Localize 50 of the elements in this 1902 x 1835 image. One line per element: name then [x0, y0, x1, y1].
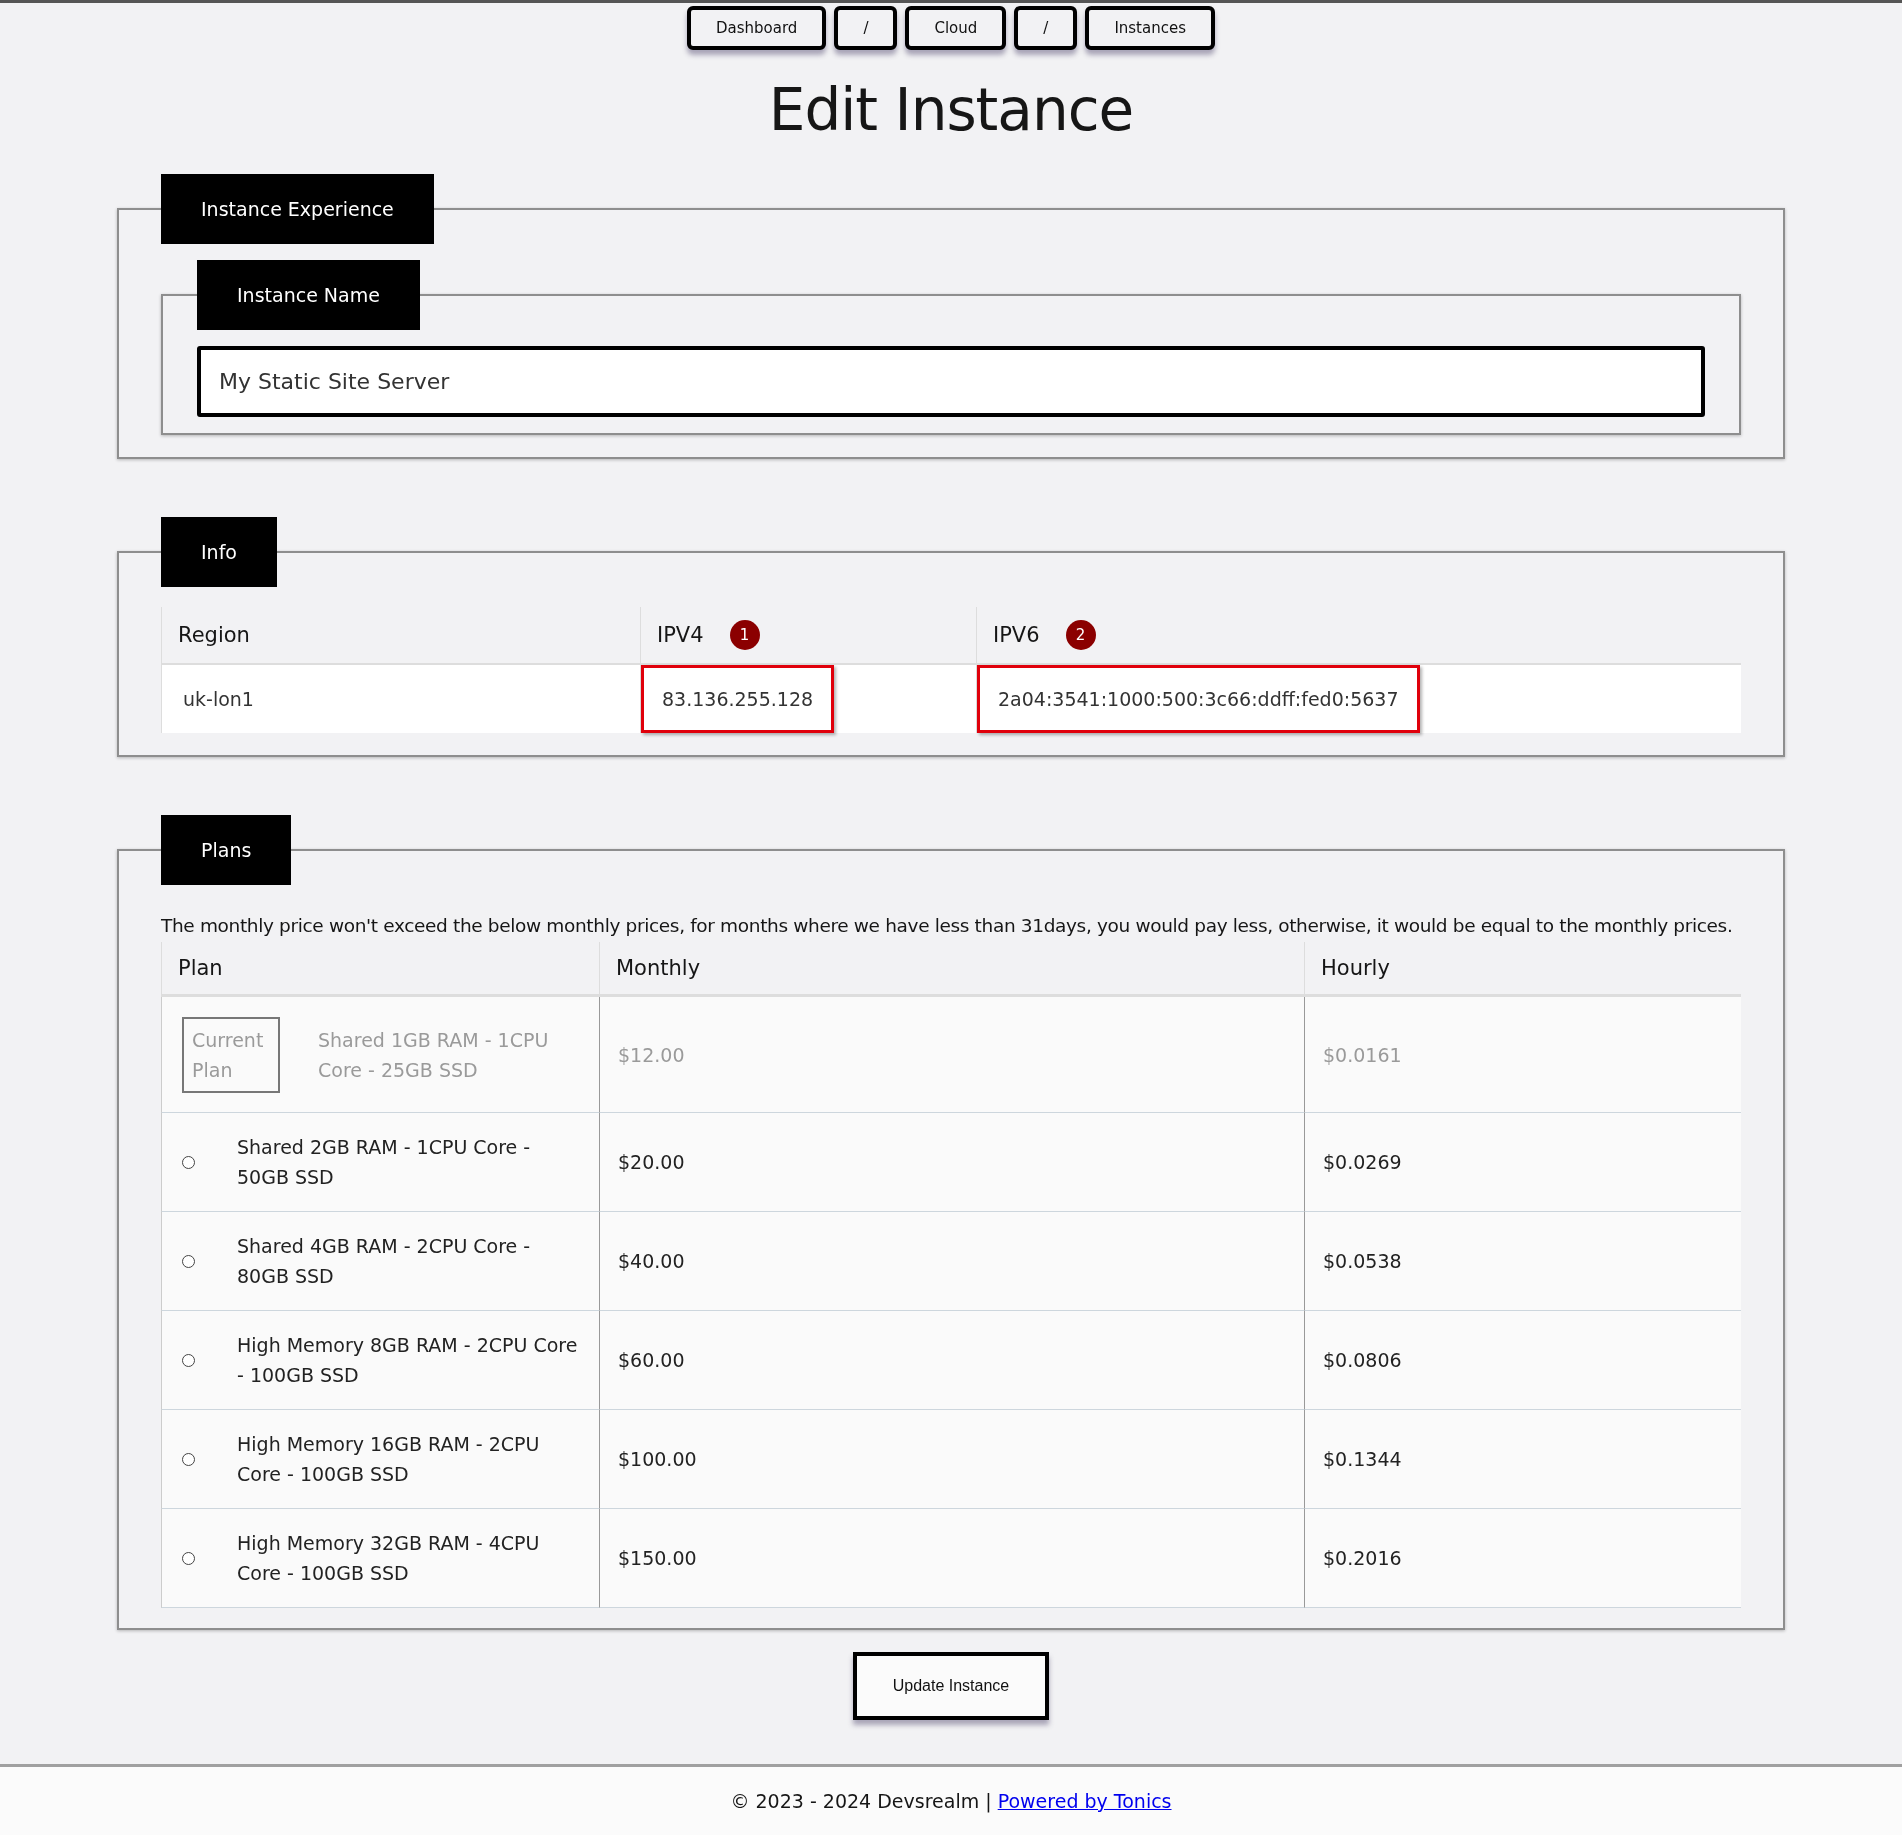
plan-radio[interactable]: [182, 1353, 195, 1367]
breadcrumb-button[interactable]: Dashboard: [687, 6, 827, 50]
update-instance-button[interactable]: Update Instance: [853, 1652, 1049, 1720]
monthly-price: $100.00: [618, 1448, 697, 1470]
column-header: IPV6: [993, 623, 1040, 647]
plan-radio[interactable]: [182, 1452, 195, 1466]
field-legend: Instance Name: [197, 260, 420, 330]
hourly-price: $0.0269: [1323, 1151, 1402, 1173]
hourly-price: $0.0538: [1323, 1250, 1402, 1272]
powered-by-link[interactable]: Powered by Tonics: [997, 1790, 1172, 1812]
plan-name: Shared 4GB RAM - 2CPU Core - 80GB SSD: [237, 1234, 532, 1289]
column-header: Plan: [178, 956, 223, 980]
monthly-price: $40.00: [618, 1250, 685, 1272]
plan-radio[interactable]: [182, 1551, 195, 1565]
column-header: Hourly: [1321, 956, 1390, 980]
table-cell: 83.136.255.128: [641, 665, 835, 733]
section-legend: Info: [161, 517, 277, 587]
column-header: IPV4: [657, 623, 704, 647]
section-legend: Plans: [161, 815, 292, 885]
table-cell: 2a04:3541:1000:500:3c66:ddff:fed0:5637: [977, 665, 1420, 733]
hourly-price: $0.1344: [1323, 1448, 1402, 1470]
breadcrumb-button[interactable]: Cloud: [905, 6, 1007, 50]
plan-name: High Memory 32GB RAM - 4CPU Core - 100GB SSD: [237, 1531, 541, 1586]
hourly-price: $0.0161: [1323, 1043, 1402, 1066]
table-cell-text: uk-lon1: [182, 687, 255, 712]
hourly-price: $0.0806: [1323, 1349, 1402, 1371]
breadcrumb-button[interactable]: Instances: [1085, 6, 1215, 50]
column-header: Region: [178, 623, 250, 647]
callout-badge: 2: [1065, 620, 1096, 650]
plan-radio[interactable]: [182, 1155, 195, 1169]
callout-badge: 1: [729, 620, 760, 650]
breadcrumb-button[interactable]: /: [1014, 6, 1078, 50]
monthly-price: $150.00: [618, 1547, 697, 1569]
column-header: Monthly: [616, 956, 701, 980]
monthly-price: $20.00: [618, 1151, 685, 1173]
monthly-price: $12.00: [618, 1043, 685, 1066]
monthly-price: $60.00: [618, 1349, 685, 1371]
section-legend: Instance Experience: [161, 174, 434, 244]
footer-text: © 2023 - 2024 Devsrealm | Powered by Tonics: [730, 1790, 1172, 1812]
price-note: The monthly price won't exceed the below monthly prices, for months where we have less than 31days, you would pay less, otherwise, it would be equal to the monthly prices.: [161, 915, 1734, 936]
plan-name: High Memory 8GB RAM - 2CPU Core - 100GB SSD: [237, 1333, 579, 1388]
plan-name: Shared 1GB RAM - 1CPU Core - 25GB SSD: [318, 1027, 550, 1083]
breadcrumb-button[interactable]: /: [834, 6, 898, 50]
plan-radio[interactable]: [182, 1254, 195, 1268]
page-title: Edit Instance: [767, 76, 1135, 144]
hourly-price: $0.2016: [1323, 1547, 1402, 1569]
instance-name-field[interactable]: My Static Site Server: [197, 346, 1705, 417]
plan-name: High Memory 16GB RAM - 2CPU Core - 100GB SSD: [237, 1432, 541, 1487]
current-plan-badge: Current Plan: [182, 1016, 280, 1093]
plan-name: Shared 2GB RAM - 1CPU Core - 50GB SSD: [237, 1135, 532, 1190]
